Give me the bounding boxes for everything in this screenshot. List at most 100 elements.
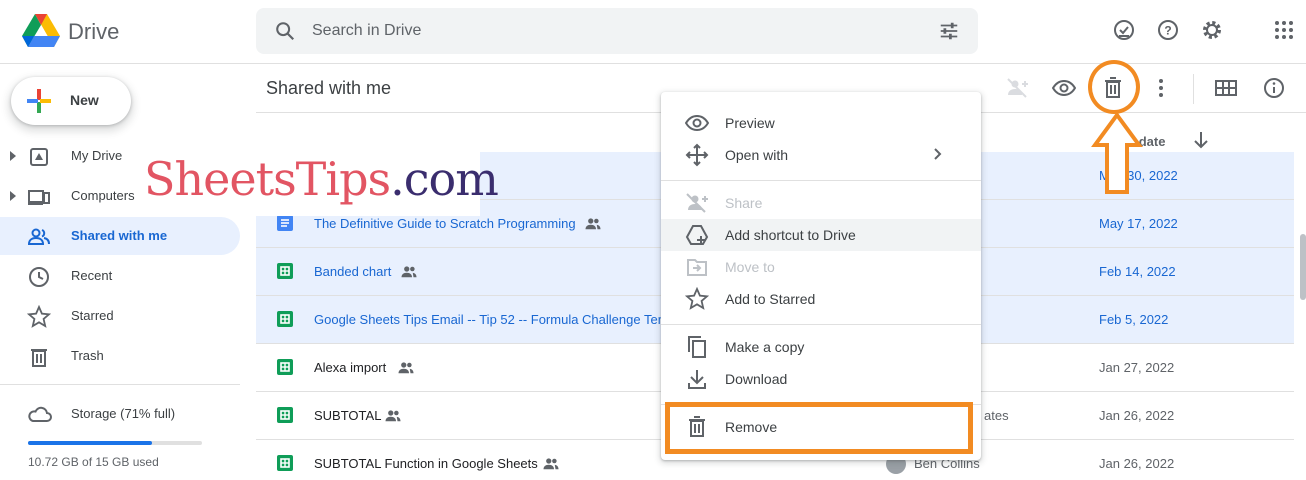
annotation-remove-highlight — [665, 402, 973, 454]
menu-item-label: Preview — [725, 115, 775, 131]
shortcut-icon — [685, 225, 709, 245]
menu-item-add-shortcut[interactable]: Add shortcut to Drive — [661, 219, 981, 251]
menu-item-label: Move to — [725, 259, 775, 275]
watermark-part: .com — [390, 152, 499, 206]
search-icon[interactable] — [274, 20, 296, 42]
sidebar-divider — [0, 384, 240, 385]
menu-item-label: Share — [725, 195, 763, 211]
menu-item-label: Open with — [725, 147, 789, 163]
scrollbar[interactable] — [1300, 234, 1306, 300]
ready-offline-icon[interactable] — [1112, 18, 1136, 42]
sidebar-item-label: Starred — [71, 308, 114, 323]
storage-used-text: 10.72 GB of 15 GB used — [28, 455, 159, 469]
sheets-file-icon — [277, 359, 293, 375]
annotation-up-arrow-icon — [1091, 112, 1143, 194]
star-icon — [27, 305, 51, 328]
file-name: SUBTOTAL Function in Google Sheets — [314, 456, 538, 471]
sidebar-item-label: Computers — [71, 188, 135, 203]
share-date: May 17, 2022 — [1099, 216, 1178, 231]
grid-view-icon[interactable] — [1214, 76, 1238, 100]
chevron-right-icon — [934, 148, 942, 160]
folder-move-icon — [687, 259, 707, 276]
app-name: Drive — [68, 19, 120, 44]
file-name: Alexa import — [314, 360, 387, 375]
watermark: SheetsTips.com — [140, 142, 499, 216]
menu-item-label: Download — [725, 371, 788, 387]
cloud-icon — [28, 406, 52, 422]
shared-people-icon — [543, 458, 559, 470]
search-bar[interactable] — [256, 8, 978, 54]
share-date: Jan 26, 2022 — [1099, 408, 1175, 423]
trash-icon — [31, 349, 47, 367]
menu-item-preview[interactable]: Preview — [661, 107, 981, 139]
sidebar-item-label: Trash — [71, 348, 104, 363]
plus-icon — [27, 89, 51, 113]
star-icon — [685, 287, 709, 310]
expand-arrow-icon[interactable] — [10, 191, 16, 201]
drive-logo-icon[interactable] — [22, 14, 60, 48]
sidebar-item-starred[interactable]: Starred — [0, 297, 240, 335]
share-date: Jan 26, 2022 — [1099, 456, 1175, 471]
my-drive-icon — [30, 148, 48, 166]
top-bar: Drive ? — [0, 0, 1306, 64]
clock-icon — [29, 267, 49, 287]
menu-item-open-with[interactable]: Open with — [661, 139, 981, 171]
apps-grid-icon[interactable] — [1272, 18, 1296, 42]
more-options-icon[interactable] — [1149, 76, 1173, 100]
menu-item-label: Add shortcut to Drive — [725, 227, 856, 243]
shared-people-icon — [398, 362, 414, 374]
download-icon — [688, 370, 706, 389]
share-disabled-icon — [1007, 78, 1028, 98]
menu-item-label: Make a copy — [725, 339, 805, 355]
help-icon[interactable]: ? — [1156, 18, 1180, 42]
menu-item-download[interactable]: Download — [661, 363, 981, 395]
storage-label[interactable]: Storage (71% full) — [71, 406, 175, 421]
share-date: Jan 27, 2022 — [1099, 360, 1175, 375]
owner-name: ates — [984, 408, 1009, 423]
file-name: SUBTOTAL — [314, 408, 382, 423]
sheets-file-icon — [277, 407, 293, 423]
expand-arrow-icon[interactable] — [10, 151, 16, 161]
eye-icon — [685, 114, 709, 132]
shared-people-icon — [385, 410, 401, 422]
menu-divider — [661, 324, 981, 325]
menu-item-move-to[interactable]: Move to — [661, 251, 981, 283]
sheets-file-icon — [277, 263, 293, 279]
menu-item-make-a-copy[interactable]: Make a copy — [661, 331, 981, 363]
toolbar-divider — [1193, 74, 1194, 104]
new-button-label: New — [70, 92, 99, 108]
shared-people-icon — [585, 218, 601, 230]
menu-item-share[interactable]: Share — [661, 187, 981, 219]
menu-item-label: Add to Starred — [725, 291, 816, 307]
sidebar-item-recent[interactable]: Recent — [0, 257, 240, 295]
page-title: Shared with me — [266, 78, 392, 98]
people-icon — [27, 228, 50, 245]
file-name: Google Sheets Tips Email -- Tip 52 -- Fo… — [314, 312, 665, 327]
storage-progress-fill — [28, 441, 152, 445]
menu-item-add-to-starred[interactable]: Add to Starred — [661, 283, 981, 315]
shared-people-icon — [401, 266, 417, 278]
share-date: Feb 5, 2022 — [1099, 312, 1169, 327]
share-date: Feb 14, 2022 — [1099, 264, 1176, 279]
sheets-file-icon — [277, 311, 293, 327]
sidebar-item-label: My Drive — [71, 148, 123, 163]
search-input[interactable] — [312, 8, 912, 54]
sidebar-item-shared-with-me[interactable]: Shared with me — [0, 217, 240, 255]
person-add-icon — [686, 193, 708, 213]
menu-divider — [661, 180, 981, 181]
docs-file-icon — [277, 215, 293, 231]
sidebar-item-label: Recent — [71, 268, 113, 283]
move-icon — [685, 143, 709, 167]
settings-gear-icon[interactable] — [1200, 18, 1224, 42]
file-name: The Definitive Guide to Scratch Programm… — [314, 216, 576, 231]
search-options-icon[interactable] — [938, 20, 960, 42]
sidebar-item-trash[interactable]: Trash — [0, 337, 240, 375]
sort-arrow-down-icon[interactable] — [1192, 130, 1210, 150]
watermark-part: SheetsTips — [144, 152, 391, 206]
sidebar-item-label: Shared with me — [71, 228, 168, 243]
new-button[interactable]: New — [11, 77, 131, 125]
preview-eye-icon[interactable] — [1052, 76, 1076, 100]
computers-icon — [28, 190, 50, 205]
info-icon[interactable] — [1262, 76, 1286, 100]
annotation-circle — [1088, 60, 1140, 114]
